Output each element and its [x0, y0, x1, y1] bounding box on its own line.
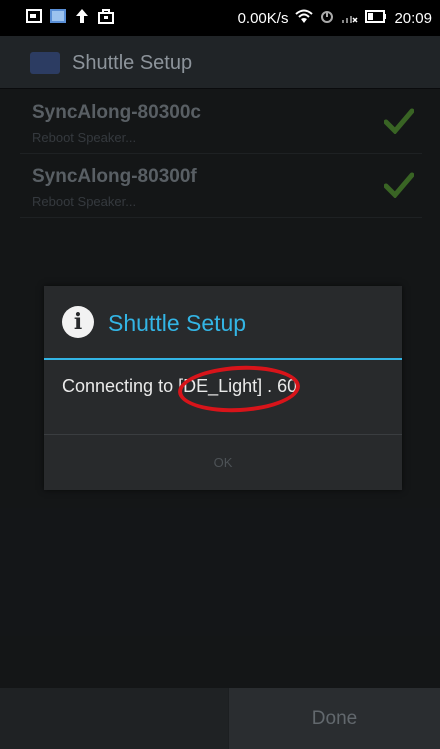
- bag-icon: [98, 8, 114, 24]
- progress-dialog: i Shuttle Setup Connecting to [DE_Light]…: [44, 286, 402, 490]
- ok-button[interactable]: OK: [44, 435, 402, 490]
- app-logo-icon[interactable]: [30, 52, 60, 74]
- highlight-circle: [176, 362, 302, 416]
- action-bar: Shuttle Setup: [0, 36, 440, 89]
- bottom-bar-spacer: [0, 688, 228, 749]
- signal-icon: [342, 9, 358, 28]
- status-bar: 0.00K/s 20:09: [0, 0, 440, 36]
- clock: 20:09: [394, 10, 432, 27]
- status-indicators: 0.00K/s 20:09: [238, 9, 432, 28]
- wifi-icon: [295, 9, 314, 28]
- app-icon: [50, 8, 66, 24]
- image-icon: [26, 8, 42, 24]
- notification-icons: [26, 8, 114, 24]
- net-speed: 0.00K/s: [237, 10, 289, 27]
- upload-arrow-icon: [74, 8, 90, 24]
- app-title: Shuttle Setup: [72, 52, 193, 74]
- bottom-bar: Done: [0, 688, 440, 749]
- nfc-icon: [320, 9, 335, 28]
- dialog-header: i Shuttle Setup: [44, 286, 402, 360]
- dialog-title: Shuttle Setup: [108, 310, 247, 336]
- done-button[interactable]: Done: [229, 688, 440, 749]
- info-icon: i: [62, 306, 94, 338]
- battery-icon: [365, 10, 387, 27]
